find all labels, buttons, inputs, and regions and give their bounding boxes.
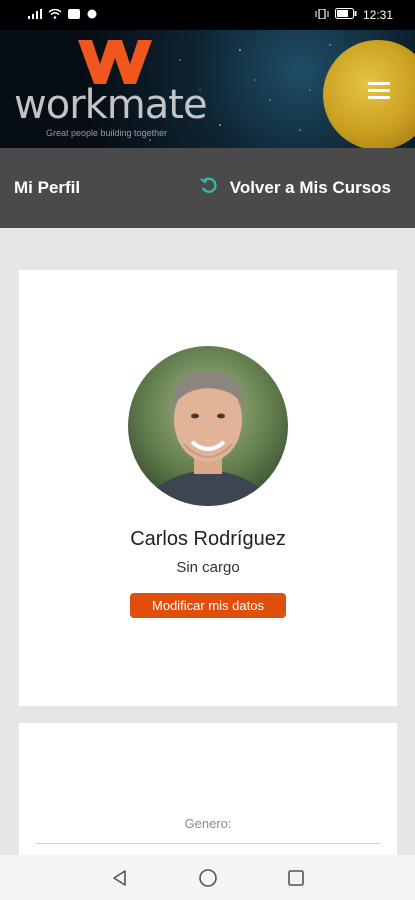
refresh-back-icon [200,177,218,200]
details-card: Genero: [19,723,397,873]
signal-icon [28,8,42,22]
brand-wordmark: workmate [14,82,208,128]
back-nav-icon[interactable] [108,866,132,890]
clock-time: 12:31 [362,8,393,22]
avatar [128,346,288,506]
gender-divider [35,843,381,844]
notification-icon [68,8,80,22]
system-nav-bar [0,855,415,900]
status-bar: 12:31 [0,0,415,30]
workmate-logo-icon [78,40,152,84]
app-icon [86,8,98,22]
wifi-icon [48,8,62,22]
brand-tagline: Great people building together [46,128,168,138]
battery-icon [334,8,357,22]
vibrate-icon [315,8,329,22]
header-banner: workmate Great people building together [0,30,415,148]
edit-profile-button[interactable]: Modificar mis datos [130,593,286,618]
home-nav-icon[interactable] [196,866,220,890]
gender-label: Genero: [184,816,232,831]
profile-role: Sin cargo [176,559,240,576]
hamburger-menu-icon[interactable] [368,82,390,100]
profile-name: Carlos Rodríguez [130,528,286,550]
back-to-courses-link[interactable]: Volver a Mis Cursos [200,177,391,200]
recents-nav-icon[interactable] [284,866,308,890]
back-link-label: Volver a Mis Cursos [229,178,391,197]
page-navbar: Mi Perfil Volver a Mis Cursos [0,148,415,228]
page-title: Mi Perfil [14,178,81,197]
profile-card: Carlos Rodríguez Sin cargo Modificar mis… [19,270,397,706]
